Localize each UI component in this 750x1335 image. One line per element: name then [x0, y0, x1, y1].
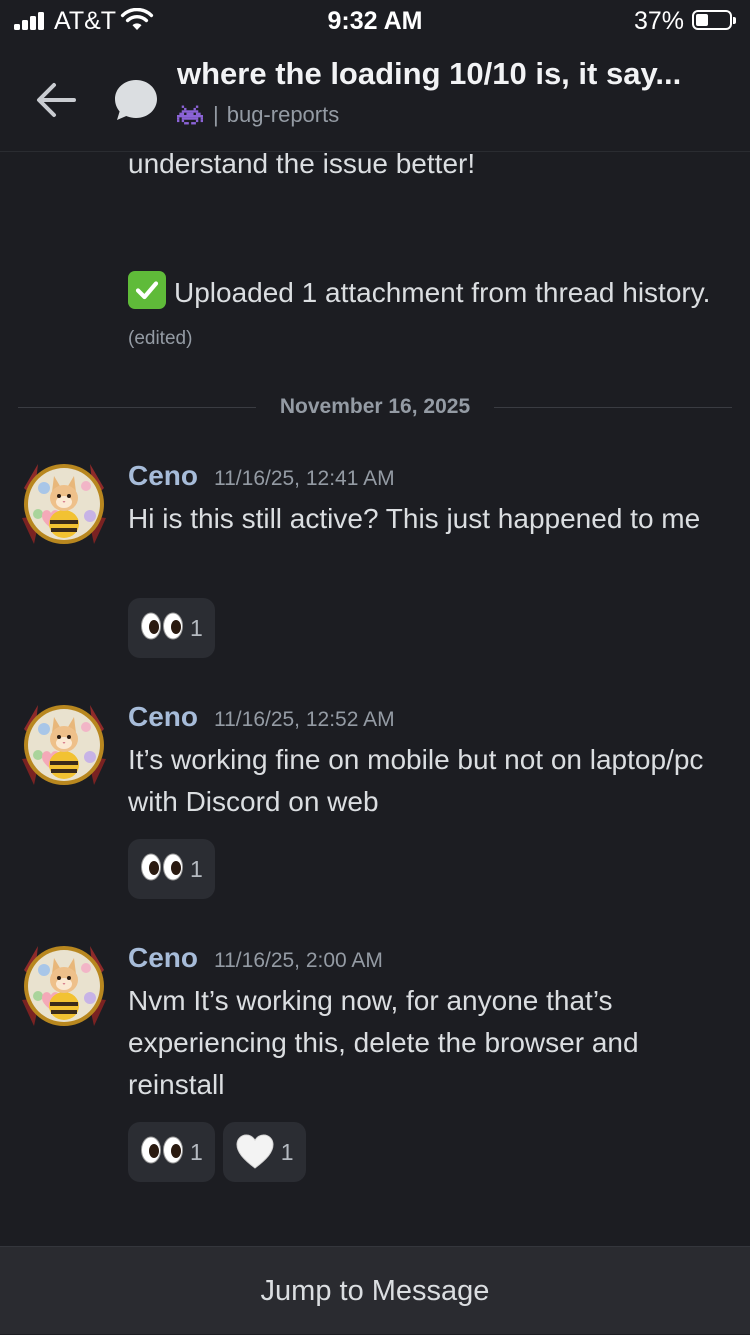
- channel-breadcrumb[interactable]: | bug-reports: [177, 100, 339, 130]
- status-bar: AT&T 9:32 AM 37%: [0, 0, 750, 40]
- channel-name: bug-reports: [226, 102, 340, 127]
- white-heart-icon: [236, 1134, 274, 1169]
- reaction-bar: 1: [128, 839, 223, 899]
- battery-percentage: 37%: [633, 7, 684, 35]
- space-invader-icon: [177, 105, 203, 125]
- message-timestamp: 11/16/25, 12:52 AM: [214, 708, 395, 731]
- message-partial-text: understand the issue better!: [128, 148, 476, 179]
- message-author[interactable]: Ceno: [128, 942, 198, 974]
- avatar[interactable]: [18, 699, 110, 791]
- reaction-eyes[interactable]: 1: [128, 1122, 215, 1182]
- thread-bubble-icon: [115, 80, 157, 120]
- jump-bar: Jump to Message: [0, 1246, 750, 1334]
- edited-label: (edited): [128, 328, 193, 349]
- message-author[interactable]: Ceno: [128, 460, 198, 492]
- reaction-count: 1: [190, 614, 203, 641]
- reaction-eyes[interactable]: 1: [128, 598, 215, 658]
- check-mark-button-icon: [128, 271, 166, 309]
- eyes-icon: [140, 1135, 184, 1170]
- reaction-bar: 1: [128, 598, 223, 658]
- message-timestamp: 11/16/25, 12:41 AM: [214, 467, 395, 490]
- reaction-count: 1: [190, 1138, 203, 1165]
- message-author[interactable]: Ceno: [128, 701, 198, 733]
- reaction-white-heart[interactable]: 1: [222, 1122, 306, 1182]
- message-uploaded-attachment: Uploaded 1 attachment from thread histor…: [128, 271, 728, 360]
- message-content: It’s working fine on mobile but not on l…: [128, 744, 704, 817]
- thread-header: where the loading 10/10 is, it say... | …: [0, 40, 750, 152]
- message-timestamp: 11/16/25, 2:00 AM: [214, 949, 383, 972]
- channel-separator: |: [213, 102, 219, 127]
- avatar[interactable]: [18, 940, 110, 1032]
- message-content: Nvm It’s working now, for anyone that’s …: [128, 985, 639, 1100]
- avatar[interactable]: [18, 458, 110, 550]
- date-divider: November 16, 2025: [18, 392, 732, 424]
- jump-to-message-button[interactable]: Jump to Message: [0, 1247, 750, 1335]
- uploaded-text: Uploaded 1 attachment from thread histor…: [174, 277, 711, 308]
- reaction-count: 1: [280, 1138, 294, 1165]
- thread-title[interactable]: where the loading 10/10 is, it say...: [177, 56, 737, 92]
- reaction-eyes[interactable]: 1: [128, 839, 215, 899]
- battery-icon: [692, 10, 736, 30]
- message-content: Hi is this still active? This just happe…: [128, 503, 701, 534]
- reaction-count: 1: [190, 855, 203, 882]
- reaction-bar: 1 1: [128, 1122, 314, 1182]
- eyes-icon: [140, 611, 184, 646]
- back-arrow-icon[interactable]: [30, 74, 82, 126]
- eyes-icon: [140, 852, 184, 887]
